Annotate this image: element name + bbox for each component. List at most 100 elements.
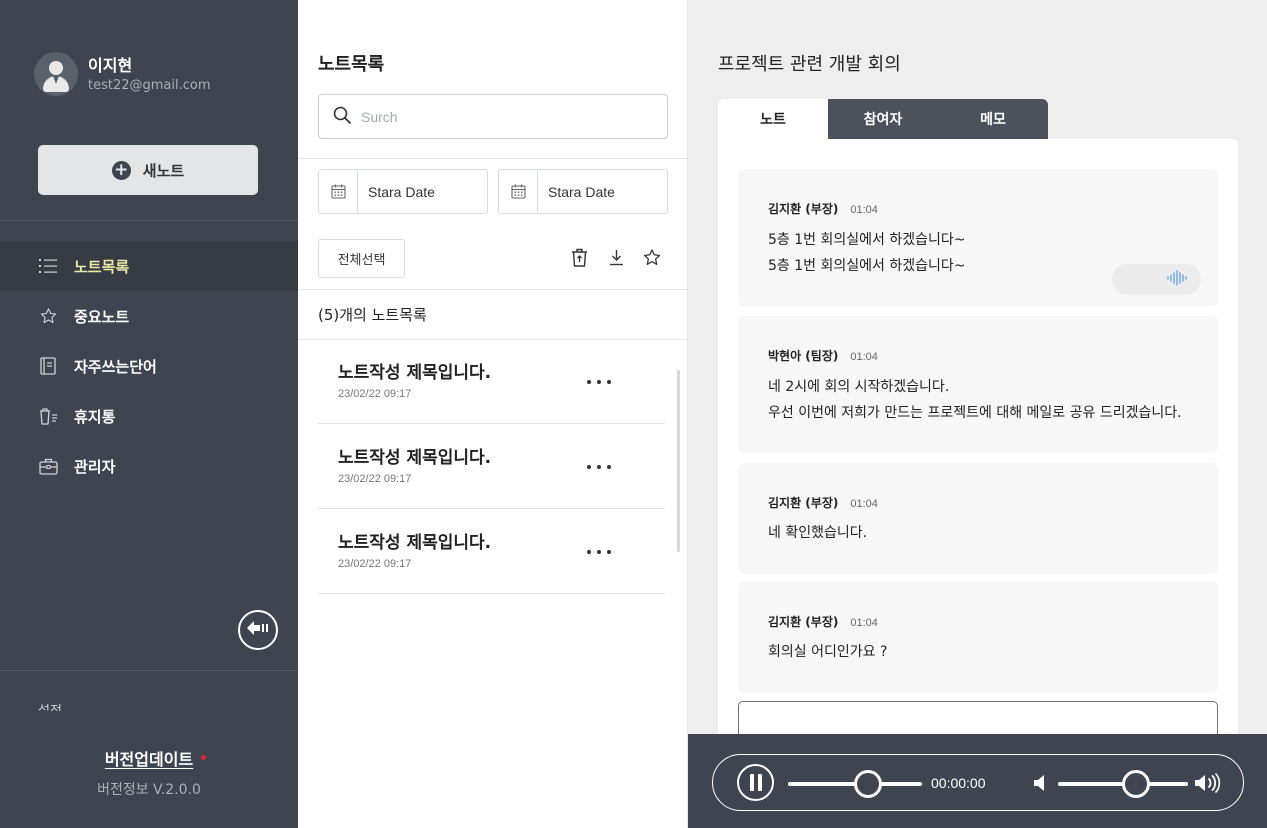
transcript-message: 김지환 (부장) 01:04 회의실 어디인가요 ? [738, 582, 1218, 693]
sidebar-item-label: 관리자 [74, 457, 116, 476]
new-note-button[interactable]: + 새노트 [38, 145, 258, 195]
note-title: 노트작성 제목입니다. [338, 448, 492, 468]
divider [0, 670, 298, 671]
audio-player: 00:00:00 [712, 754, 1244, 811]
progress-slider-handle[interactable] [854, 770, 883, 798]
delete-icon[interactable] [568, 246, 590, 268]
start-date-picker[interactable]: Stara Date [318, 169, 488, 214]
speaker: 박현아 (팀장) 01:04 [768, 349, 878, 363]
search-icon [333, 106, 351, 128]
audio-playback-button[interactable] [1112, 264, 1201, 295]
sidebar-item-label: 중요노트 [74, 307, 130, 326]
message-text: 5층 1번 회의실에서 하겠습니다~ [768, 232, 966, 248]
sidebar-item-label: 휴지통 [74, 407, 116, 426]
speaker: 김지환 (부장) 01:04 [768, 615, 878, 629]
search-input[interactable] [361, 108, 641, 125]
note-date: 23/02/22 09:17 [338, 388, 412, 400]
volume-up-icon[interactable] [1194, 773, 1222, 793]
arrow-left-icon [246, 620, 270, 640]
tab-note[interactable]: 노트 [718, 99, 828, 139]
message-time: 01:04 [850, 351, 878, 363]
pause-button[interactable] [737, 764, 774, 801]
divider [0, 220, 298, 221]
sidebar-item-trash[interactable]: 휴지통 [0, 391, 298, 441]
message-time: 01:04 [850, 617, 878, 629]
note-list-panel: 노트목록 Stara Date Stara Date 전체선택 (5)개의 노트… [298, 0, 688, 828]
note-list: 노트작성 제목입니다. 23/02/22 09:17 노트작성 제목입니다. 2… [318, 339, 665, 594]
sidebar-item-admin[interactable]: 관리자 [0, 441, 298, 491]
start-date-label: Stara Date [368, 183, 435, 200]
user-name: 이지현 [88, 55, 133, 75]
note-title: 노트작성 제목입니다. [338, 363, 492, 383]
version-update-label: 버전업데이트 [104, 750, 194, 769]
sidebar-item-settings-partial[interactable]: 설정 [38, 703, 158, 711]
new-note-label: 새노트 [142, 161, 185, 180]
sidebar: 이지현 test22@gmail.com + 새노트 노트목록 중요노트 자주쓰… [0, 0, 298, 828]
version-update-link[interactable]: 버전업데이트 [104, 746, 207, 770]
message-text: 회의실 어디인가요 ? [768, 644, 888, 660]
divider [298, 158, 687, 159]
user-email: test22@gmail.com [88, 77, 211, 93]
user-profile: 이지현 test22@gmail.com [34, 52, 211, 96]
collapse-sidebar-button[interactable] [238, 610, 278, 650]
scrollbar[interactable] [677, 370, 680, 552]
playback-time: 00:00:00 [931, 775, 986, 791]
transcript-message: 박현아 (팀장) 01:04 네 2시에 회의 시작하겠습니다. 우선 이번에 저… [738, 316, 1218, 453]
list-item[interactable]: 노트작성 제목입니다. 23/02/22 09:17 [318, 424, 665, 509]
end-date-picker[interactable]: Stara Date [498, 169, 668, 214]
more-options-icon[interactable] [584, 452, 614, 482]
sidebar-item-note-list[interactable]: 노트목록 [0, 241, 298, 291]
notification-dot [201, 755, 207, 760]
message-text: 네 2시에 회의 시작하겠습니다. [768, 379, 950, 395]
speaker: 김지환 (부장) 01:04 [768, 202, 878, 216]
tab-participants[interactable]: 참여자 [828, 99, 938, 139]
tab-memo[interactable]: 메모 [938, 99, 1048, 139]
message-text: 5층 1번 회의실에서 하겠습니다~ [768, 258, 966, 274]
list-item[interactable]: 노트작성 제목입니다. 23/02/22 09:17 [318, 339, 665, 424]
note-count: (5)개의 노트목록 [318, 306, 427, 324]
panel-title: 노트목록 [318, 54, 385, 75]
note-date: 23/02/22 09:17 [338, 558, 412, 570]
divider [298, 289, 687, 290]
briefcase-icon [38, 456, 58, 476]
star-icon [38, 306, 58, 326]
note-title: 노트작성 제목입니다. [338, 533, 492, 553]
select-all-button[interactable]: 전체선택 [318, 239, 405, 278]
download-icon[interactable] [605, 246, 627, 268]
plus-circle-icon: + [111, 160, 131, 180]
audio-player-bar: 00:00:00 [688, 734, 1267, 828]
volume-slider-handle[interactable] [1122, 770, 1150, 798]
list-item[interactable]: 노트작성 제목입니다. 23/02/22 09:17 [318, 509, 665, 594]
transcript-message: 김지환 (부장) 01:04 네 확인했습니다. [738, 463, 1218, 574]
star-icon[interactable] [641, 246, 663, 268]
more-options-icon[interactable] [584, 367, 614, 397]
transcript-message: 김지환 (부장) 01:04 5층 1번 회의실에서 하겠습니다~ 5층 1번 회… [738, 169, 1218, 306]
sidebar-nav: 노트목록 중요노트 자주쓰는단어 휴지통 관리자 [0, 241, 298, 491]
speaker: 김지환 (부장) 01:04 [768, 496, 878, 510]
pause-icon [748, 774, 764, 791]
sidebar-item-important[interactable]: 중요노트 [0, 291, 298, 341]
trash-icon [38, 406, 58, 426]
end-date-label: Stara Date [548, 183, 615, 200]
list-icon [38, 256, 58, 276]
message-text: 네 확인했습니다. [768, 525, 868, 541]
audio-waveform-icon [1167, 269, 1187, 290]
more-options-icon[interactable] [584, 537, 614, 567]
version-info: 버전정보 V.2.0.0 [97, 782, 201, 798]
version-section: 버전업데이트 버전정보 V.2.0.0 [0, 711, 298, 828]
message-time: 01:04 [850, 204, 878, 216]
message-text: 우선 이번에 저희가 만드는 프로젝트에 대해 메일로 공유 드리겠습니다. [768, 405, 1182, 421]
note-date: 23/02/22 09:17 [338, 473, 412, 485]
sidebar-item-label: 설정 [38, 704, 62, 711]
sidebar-item-frequent-words[interactable]: 자주쓰는단어 [0, 341, 298, 391]
sidebar-item-label: 노트목록 [74, 257, 130, 276]
detail-tabs: 노트 참여자 메모 [718, 99, 1048, 139]
avatar [34, 52, 78, 96]
sidebar-item-label: 자주쓰는단어 [74, 357, 157, 376]
volume-down-icon[interactable] [1033, 773, 1049, 793]
book-icon [38, 356, 58, 376]
calendar-icon [499, 170, 538, 213]
calendar-icon [319, 170, 358, 213]
note-detail-title: 프로젝트 관련 개발 회의 [718, 54, 901, 75]
note-detail-panel: 프로젝트 관련 개발 회의 노트 참여자 메모 김지환 (부장) 01:04 5층… [688, 0, 1267, 828]
